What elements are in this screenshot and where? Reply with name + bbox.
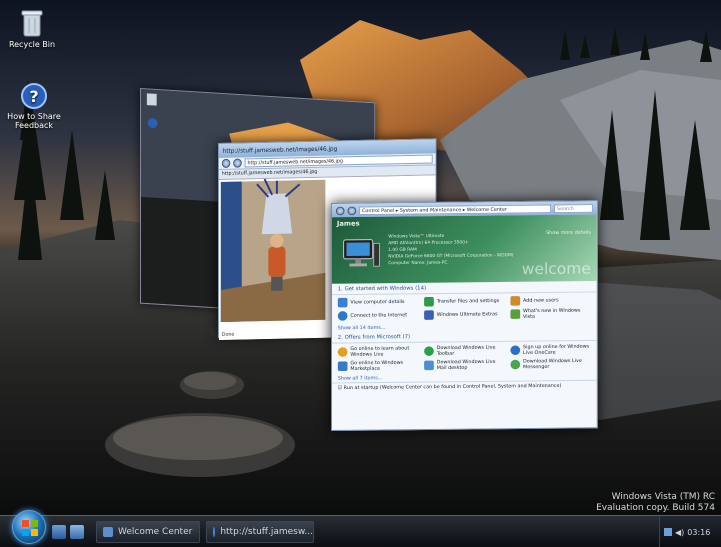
task-marketplace[interactable]: Go online to Windows Marketplace bbox=[337, 359, 419, 372]
svg-text:?: ? bbox=[29, 87, 38, 106]
taskbar-button-welcome-center[interactable]: Welcome Center bbox=[96, 521, 200, 543]
clock[interactable]: 03:16 bbox=[687, 528, 710, 537]
task-label: Download Windows Live Toolbar bbox=[436, 344, 496, 357]
forward-button[interactable] bbox=[347, 206, 357, 215]
task-whats-new[interactable]: What's new in Windows Vista bbox=[510, 308, 591, 320]
task-label: What's new in Windows Vista bbox=[523, 307, 581, 320]
taskbar-button-internet-explorer[interactable]: http://stuff.jamesw... bbox=[206, 521, 314, 543]
windows-live-icon bbox=[337, 347, 348, 357]
volume-icon[interactable]: ◀) bbox=[675, 528, 684, 537]
welcome-banner: James Windows Vista™ Ultimate AMD Athlon… bbox=[331, 214, 597, 284]
ie-status-text: Done bbox=[221, 331, 235, 338]
desktop-icon-label: Recycle Bin bbox=[8, 40, 56, 49]
mail-icon bbox=[424, 360, 434, 371]
recycle-bin-icon bbox=[21, 10, 43, 37]
task-live-onecare[interactable]: Sign up online for Windows Live OneCare bbox=[510, 344, 591, 356]
ie-window-title: http://stuff.jamesweb.net/images/46.jpg bbox=[222, 144, 338, 155]
users-icon bbox=[510, 296, 521, 306]
windows-logo-icon bbox=[22, 520, 38, 536]
help-icon: ? bbox=[21, 83, 47, 109]
messenger-icon bbox=[510, 359, 521, 370]
breadcrumb[interactable]: Control Panel ▸ System and Maintenance ▸… bbox=[359, 204, 552, 215]
vista-icon bbox=[510, 309, 521, 319]
switch-windows-icon[interactable] bbox=[70, 525, 84, 539]
task-label: Sign up online for Windows Live OneCare bbox=[523, 343, 590, 356]
back-button[interactable] bbox=[335, 206, 345, 215]
task-live-mail[interactable]: Download Windows Live Mail desktop bbox=[424, 359, 505, 371]
search-input[interactable]: Search bbox=[554, 203, 593, 213]
computer-icon bbox=[343, 239, 380, 267]
task-label: Windows Ultimate Extras bbox=[436, 311, 498, 318]
notification-area: ◀) 03:16 bbox=[659, 516, 721, 547]
system-specs: Windows Vista™ Ultimate AMD Athlon(tm) 6… bbox=[388, 232, 513, 267]
extras-icon bbox=[424, 310, 434, 320]
welcome-center-icon bbox=[103, 527, 113, 537]
task-label: Go online to Windows Marketplace bbox=[350, 359, 404, 372]
user-name: James bbox=[336, 219, 360, 228]
welcome-center-window[interactable]: Control Panel ▸ System and Maintenance ▸… bbox=[331, 200, 598, 431]
marketplace-icon bbox=[337, 361, 348, 372]
show-desktop-icon[interactable] bbox=[52, 525, 66, 539]
checkbox-label: Run at startup (Welcome Center can be fo… bbox=[343, 383, 562, 391]
transfer-icon bbox=[424, 296, 434, 307]
welcome-watermark-text: welcome bbox=[521, 259, 591, 278]
task-add-new-users[interactable]: Add new users bbox=[510, 295, 591, 306]
task-label: Download Windows Live Messenger bbox=[523, 358, 582, 371]
toolbar-icon bbox=[424, 346, 434, 356]
task-live-messenger[interactable]: Download Windows Live Messenger bbox=[510, 358, 591, 370]
onecare-icon bbox=[510, 345, 521, 356]
taskbar-button-label: http://stuff.jamesw... bbox=[220, 527, 313, 537]
show-more-details-link[interactable]: Show more details bbox=[546, 230, 591, 236]
desktop: Recycle Bin ? How to Share Feedback http… bbox=[0, 0, 721, 547]
get-started-tasks: View computer details Transfer files and… bbox=[332, 292, 597, 324]
watermark-line: Windows Vista (TM) RC bbox=[611, 492, 715, 502]
ie-tab-label: http://stuff.jamesweb.net/images/46.jpg bbox=[221, 168, 318, 177]
task-label: Transfer files and settings bbox=[436, 298, 500, 305]
run-at-startup-checkbox[interactable]: ☑ Run at startup (Welcome Center can be … bbox=[331, 379, 597, 393]
desktop-icon-label: How to Share Feedback bbox=[7, 112, 61, 130]
desktop-icon-feedback[interactable]: ? How to Share Feedback bbox=[4, 82, 64, 130]
task-transfer-files[interactable]: Transfer files and settings bbox=[424, 296, 505, 307]
taskbar-button-label: Welcome Center bbox=[118, 527, 193, 537]
start-button[interactable] bbox=[12, 510, 46, 544]
computer-icon bbox=[337, 297, 348, 308]
back-button[interactable] bbox=[221, 158, 231, 168]
forward-button[interactable] bbox=[233, 158, 242, 168]
task-label: Connect to the Internet bbox=[350, 312, 408, 319]
internet-explorer-icon bbox=[213, 527, 216, 537]
task-connect-internet[interactable]: Connect to the Internet bbox=[337, 309, 419, 321]
evaluation-watermark: Windows Vista (TM) RC Evaluation copy. B… bbox=[596, 492, 715, 514]
spec-line: Computer Name: James-PC bbox=[388, 260, 448, 267]
taskbar: Welcome Center http://stuff.jamesw... ◀)… bbox=[0, 510, 721, 547]
task-label: View computer details bbox=[350, 299, 405, 306]
task-ultimate-extras[interactable]: Windows Ultimate Extras bbox=[424, 309, 505, 321]
network-icon[interactable] bbox=[664, 528, 672, 536]
offers-tasks: Go online to learn about Windows Live Do… bbox=[332, 341, 597, 375]
task-view-computer-details[interactable]: View computer details bbox=[337, 297, 419, 308]
task-label: Download Windows Live Mail desktop bbox=[436, 359, 496, 372]
task-windows-live[interactable]: Go online to learn about Windows Live bbox=[337, 345, 419, 358]
task-label: Add new users bbox=[523, 297, 559, 304]
desktop-icon-recycle-bin[interactable]: Recycle Bin bbox=[2, 8, 62, 49]
task-label: Go online to learn about Windows Live bbox=[350, 345, 410, 358]
task-live-toolbar[interactable]: Download Windows Live Toolbar bbox=[424, 345, 505, 357]
globe-icon bbox=[337, 311, 348, 321]
watermark-line: Evaluation copy. Build 574 bbox=[596, 503, 715, 513]
